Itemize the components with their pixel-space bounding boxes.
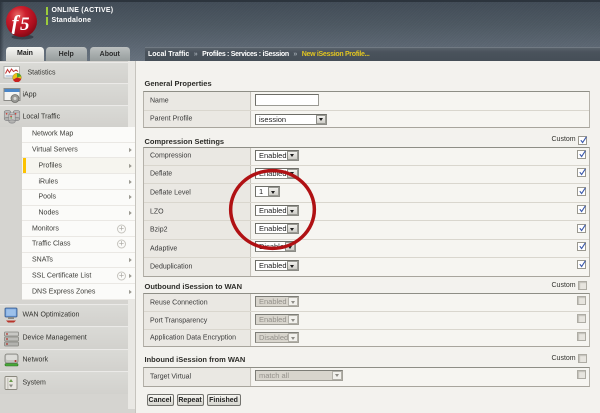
svg-text:5: 5 (20, 14, 30, 35)
